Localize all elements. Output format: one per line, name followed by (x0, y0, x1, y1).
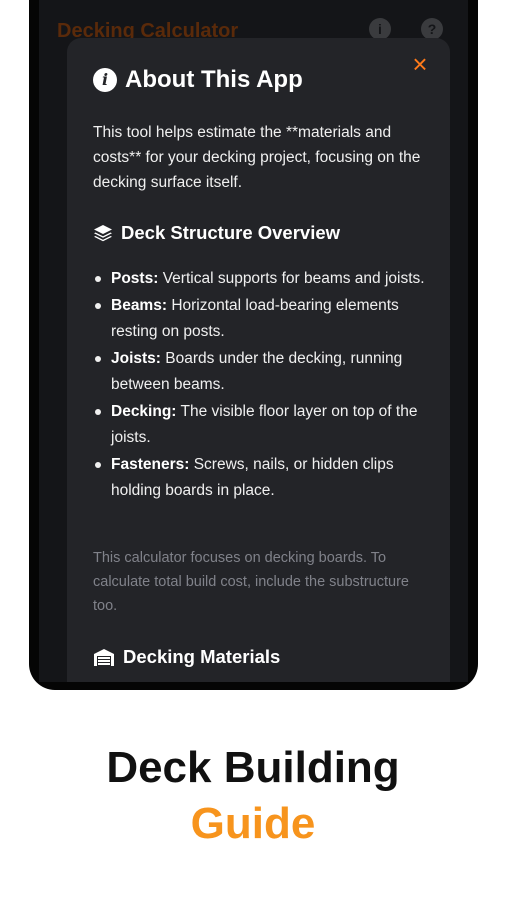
structure-heading: Deck Structure Overview (93, 222, 340, 244)
part-description: Vertical supports for beams and joists. (162, 270, 425, 287)
structure-list-item: Decking: The visible floor layer on top … (93, 399, 429, 451)
bullet-icon (95, 276, 101, 282)
structure-list: Posts: Vertical supports for beams and j… (93, 266, 429, 505)
intro-text: This tool helps estimate the **materials… (93, 124, 421, 191)
app-screen: Decking Calculator i ? × i About This Ap… (39, 0, 468, 682)
bullet-icon (95, 303, 101, 309)
part-term: Fasteners: (111, 456, 190, 473)
note-text: This calculator focuses on decking board… (93, 550, 409, 614)
bullet-icon (95, 409, 101, 415)
info-icon: i (93, 68, 117, 92)
layers-icon (94, 225, 112, 242)
caption-line1: Deck Building (106, 743, 400, 792)
about-modal: × i About This App This tool helps estim… (67, 38, 450, 682)
modal-title: i About This App (93, 66, 303, 94)
info-icon[interactable]: i (369, 18, 391, 40)
part-term: Decking: (111, 403, 177, 420)
materials-heading: Decking Materials (93, 646, 280, 668)
structure-list-item: Beams: Horizontal load-bearing elements … (93, 293, 429, 345)
structure-list-item: Fasteners: Screws, nails, or hidden clip… (93, 452, 429, 504)
caption-line2: Guide (190, 799, 316, 848)
help-icon[interactable]: ? (421, 18, 443, 40)
structure-list-item: Posts: Vertical supports for beams and j… (93, 266, 429, 292)
part-term: Joists: (111, 350, 161, 367)
materials-heading-text: Decking Materials (123, 646, 281, 667)
bullet-icon (95, 356, 101, 362)
structure-heading-text: Deck Structure Overview (121, 222, 341, 243)
part-term: Beams: (111, 297, 167, 314)
close-button[interactable]: × (406, 50, 434, 78)
bullet-icon (95, 462, 101, 468)
modal-title-text: About This App (125, 66, 303, 93)
structure-list-item: Joists: Boards under the decking, runnin… (93, 346, 429, 398)
warehouse-icon (94, 649, 114, 666)
part-term: Posts: (111, 270, 159, 287)
device-frame: Decking Calculator i ? × i About This Ap… (29, 0, 478, 690)
